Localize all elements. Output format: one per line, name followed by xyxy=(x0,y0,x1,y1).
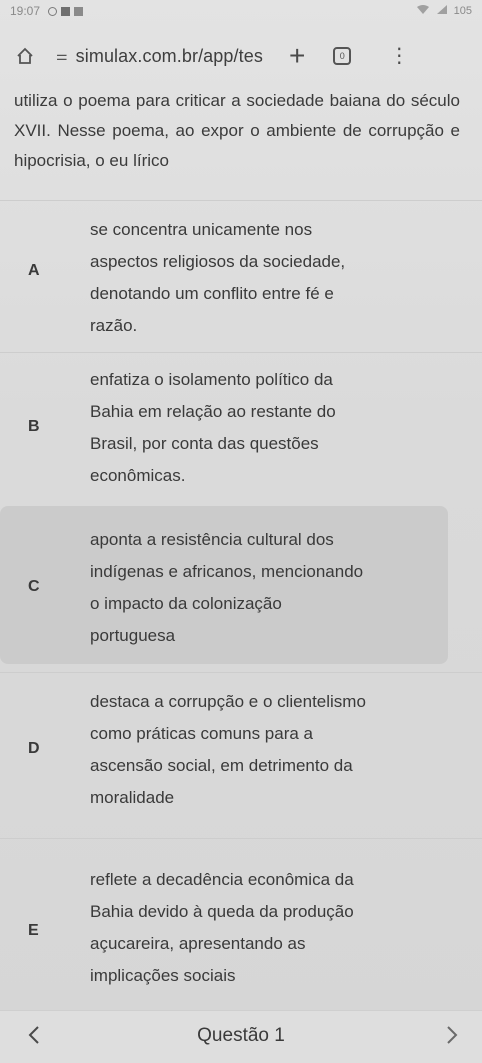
signal-icon xyxy=(436,4,448,18)
divider xyxy=(0,672,482,673)
tab-switcher-button[interactable]: 0 xyxy=(333,47,352,65)
screen: 19:07 105 ⚌ simulax.com.br/app/tes + 0 ⋮… xyxy=(0,0,482,1063)
site-settings-icon[interactable]: ⚌ xyxy=(56,48,68,64)
wifi-icon xyxy=(416,4,430,18)
option-line: destaca a corrupção e o clientelismo xyxy=(90,692,366,711)
option-line: denotando um conflito entre fé e xyxy=(90,284,334,303)
option-d[interactable]: D destaca a corrupção e o clientelismo c… xyxy=(0,676,448,826)
divider xyxy=(0,352,482,353)
option-line: Bahia em relação ao restante do xyxy=(90,402,336,421)
question-text: utiliza o poema para criticar a sociedad… xyxy=(14,91,460,170)
new-tab-icon[interactable]: + xyxy=(289,42,305,70)
option-text: aponta a resistência cultural dos indíge… xyxy=(90,524,440,652)
home-icon[interactable] xyxy=(14,45,36,67)
option-line: açucareira, apresentando as xyxy=(90,934,306,953)
option-line: o impacto da colonização xyxy=(90,594,282,613)
option-line: econômicas. xyxy=(90,466,186,485)
status-bar: 19:07 105 xyxy=(0,0,482,22)
battery-level: 105 xyxy=(453,5,472,17)
option-line: portuguesa xyxy=(90,626,176,645)
option-letter: C xyxy=(28,578,40,595)
app-notification-icon xyxy=(61,6,71,16)
option-line: ascensão social, em detrimento da xyxy=(90,756,353,775)
option-e[interactable]: E reflete a decadência econômica da Bahi… xyxy=(0,842,448,992)
option-line: reflete a decadência econômica da xyxy=(90,870,354,889)
divider xyxy=(0,838,482,839)
question-number: Questão 1 xyxy=(197,1025,285,1046)
option-letter: D xyxy=(28,740,40,757)
option-line: como práticas comuns para a xyxy=(90,724,313,743)
option-text: destaca a corrupção e o clientelismo com… xyxy=(90,686,440,814)
option-b[interactable]: B enfatiza o isolamento político da Bahi… xyxy=(0,356,448,498)
option-letter: E xyxy=(28,922,39,939)
divider xyxy=(0,200,482,201)
option-text: enfatiza o isolamento político da Bahia … xyxy=(90,364,440,492)
option-a[interactable]: A se concentra unicamente nos aspectos r… xyxy=(0,204,448,346)
option-line: Brasil, por conta das questões xyxy=(90,434,319,453)
status-icons xyxy=(48,6,84,16)
option-line: aspectos religiosos da sociedade, xyxy=(90,252,346,271)
more-vert-icon[interactable]: ⋮ xyxy=(389,46,409,66)
option-line: Bahia devido à queda da produção xyxy=(90,902,354,921)
option-letter: B xyxy=(28,418,40,435)
status-right: 105 xyxy=(416,4,472,18)
chevron-right-icon[interactable] xyxy=(446,1025,458,1051)
option-line: razão. xyxy=(90,316,138,335)
option-line: implicações sociais xyxy=(90,966,236,985)
address-bar[interactable]: simulax.com.br/app/tes xyxy=(76,46,263,67)
option-line: enfatiza o isolamento político da xyxy=(90,370,333,389)
option-text: se concentra unicamente nos aspectos rel… xyxy=(90,214,440,342)
notification-icon xyxy=(48,6,58,16)
bottom-navigation: Questão 1 xyxy=(0,1010,482,1063)
option-text: reflete a decadência econômica da Bahia … xyxy=(90,864,440,992)
option-line: moralidade xyxy=(90,788,175,807)
option-c[interactable]: C aponta a resistência cultural dos indí… xyxy=(0,506,448,664)
image-notification-icon xyxy=(74,6,84,16)
option-line: se concentra unicamente nos xyxy=(90,220,313,239)
option-line: aponta a resistência cultural dos xyxy=(90,530,334,549)
browser-toolbar: ⚌ simulax.com.br/app/tes + 0 ⋮ xyxy=(0,34,482,78)
status-time: 19:07 xyxy=(10,4,41,18)
option-line: indígenas e africanos, mencionando xyxy=(90,562,364,581)
option-letter: A xyxy=(28,262,40,279)
